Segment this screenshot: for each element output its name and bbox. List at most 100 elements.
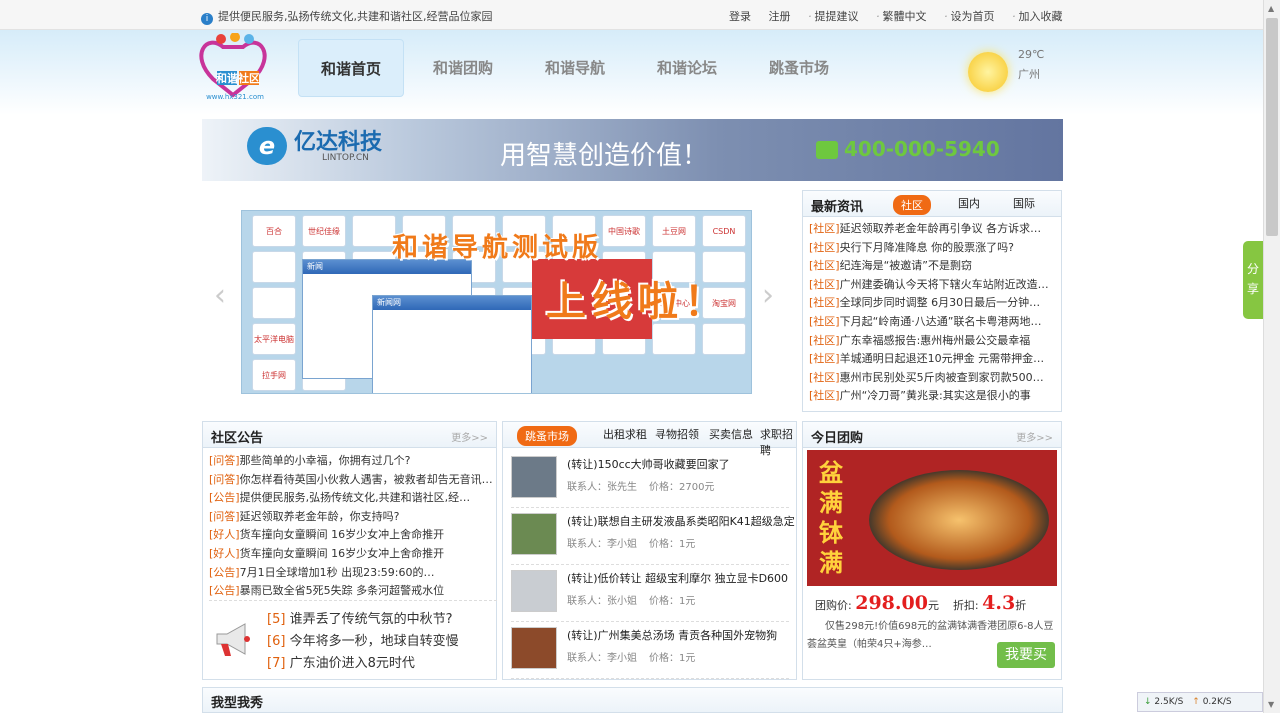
notice-item[interactable]: [问答]延迟领取养老金年龄，你支持吗?	[203, 508, 496, 527]
market-item-contact: 联系人：张小姐	[567, 596, 637, 607]
logo-url: www.hx321.com	[206, 93, 264, 101]
divider	[209, 600, 497, 601]
discount-unit: 折	[1015, 599, 1027, 612]
tab-lost-found[interactable]: 寻物招领	[655, 426, 699, 442]
nav-home[interactable]: 和谐首页	[298, 39, 404, 97]
brand-e-icon: e	[247, 127, 287, 165]
notice-item[interactable]: [公告]7月1日全球增加1秒 出现23:59:60的…	[203, 564, 496, 583]
megaphone-icon	[216, 623, 250, 656]
slider-prev-arrow[interactable]: ‹	[214, 278, 226, 313]
group-price-line: 团购价: 298.00元 折扣: 4.3折	[815, 592, 1026, 614]
news-item[interactable]: [社区]央行下月降准降息 你的股票涨了吗?	[803, 239, 1061, 258]
tab-trade[interactable]: 买卖信息	[709, 426, 753, 442]
notice-text: 延迟领取养老金年龄，你支持吗?	[239, 509, 400, 523]
page-scrollbar[interactable]: ▲ ▼	[1263, 0, 1280, 713]
tab-international[interactable]: 国际	[1013, 195, 1035, 211]
set-home-label: 设为首页	[950, 10, 995, 23]
news-item[interactable]: [社区]广东幸福感报告:惠州梅州最公交最幸福	[803, 332, 1061, 351]
nav-navigation[interactable]: 和谐导航	[522, 39, 628, 97]
tab-flea-market[interactable]: 跳蚤市场	[517, 426, 577, 446]
sun-icon	[968, 52, 1008, 92]
news-item[interactable]: [社区]广州“冷刀哥”黄兆录:其实这是很小的事	[803, 387, 1061, 406]
market-item[interactable]: (转让)低价转让 超级宝利摩尔 独立显卡D600 联系人：张小姐 价格：1元	[511, 566, 789, 622]
slider-next-arrow[interactable]: ›	[762, 278, 774, 313]
net-speed-widget: ↓ 2.5K/S ↑ 0.2K/S	[1137, 692, 1263, 712]
add-favorite-link[interactable]: · 加入收藏	[1012, 10, 1063, 23]
news-item[interactable]: [社区]全球同步同时调整 6月30日最后一分钟…	[803, 294, 1061, 313]
tab-domestic[interactable]: 国内	[958, 195, 980, 211]
download-arrow-icon: ↓	[1144, 697, 1152, 707]
news-text: 广州建委确认今天将下辖火车站附近改造…	[839, 277, 1049, 291]
nav-group-buy[interactable]: 和谐团购	[410, 39, 516, 97]
hot-topic[interactable]: [7] 广东油价进入8元时代	[267, 652, 415, 671]
tab-rent[interactable]: 出租求租	[603, 426, 647, 442]
market-thumbnail[interactable]	[511, 513, 557, 555]
news-item[interactable]: [社区]下月起“岭南通·八达通”联名卡粤港两地…	[803, 313, 1061, 332]
market-item-title[interactable]: (转让)低价转让 超级宝利摩尔 独立显卡D600	[567, 570, 788, 586]
register-link[interactable]: 注册	[769, 10, 791, 23]
news-item[interactable]: [社区]惠州市民别处买5斤肉被查到家罚款500…	[803, 369, 1061, 388]
market-thumbnail[interactable]	[511, 627, 557, 669]
news-tag: [社区]	[809, 259, 840, 273]
add-favorite-label: 加入收藏	[1018, 10, 1063, 23]
buy-button[interactable]: 我要买	[997, 642, 1055, 668]
group-buy-more-link[interactable]: 更多>>	[1016, 429, 1053, 444]
price-label: 团购价:	[815, 599, 852, 612]
notice-more-link[interactable]: 更多>>	[451, 429, 488, 444]
notice-item[interactable]: [公告]暴雨已致全省5死5失踪 多条河超警戒水位	[203, 582, 496, 601]
market-item-price: 价格：1元	[649, 539, 696, 550]
traditional-chinese-link[interactable]: · 繁體中文	[876, 10, 927, 23]
market-item-price: 价格：2700元	[649, 482, 715, 493]
feedback-link[interactable]: · 提提建议	[808, 10, 859, 23]
hot-topic[interactable]: [5] 谁弄丢了传统气氛的中秋节?	[267, 608, 452, 627]
site-tile: CSDN	[702, 215, 746, 247]
market-item-title[interactable]: (转让)联想自主研发液晶系类昭阳K41超级急定	[567, 513, 795, 529]
market-item-title[interactable]: (转让)150cc大帅哥收藏要回家了	[567, 456, 730, 472]
image-slider[interactable]: 百合世纪佳缘中国诗歌土豆网CSDNHappy聚美优品南方中心淘宝网太平洋电脑拉手…	[241, 210, 752, 394]
login-link[interactable]: 登录	[729, 10, 751, 23]
feedback-label: 提提建议	[814, 10, 859, 23]
scroll-up-icon[interactable]: ▲	[1268, 4, 1274, 13]
site-tile: 中国诗歌	[602, 215, 646, 247]
notice-item[interactable]: [好人]货车撞向女童瞬间 16岁少女冲上舍命推开	[203, 545, 496, 564]
market-thumbnail[interactable]	[511, 456, 557, 498]
notice-item[interactable]: [问答]你怎样看待英国小伙救人遇害，被救者却告无音讯…	[203, 471, 496, 490]
set-home-link[interactable]: · 设为首页	[944, 10, 995, 23]
scrollbar-thumb[interactable]	[1266, 18, 1278, 236]
seafood-plate-image	[869, 470, 1049, 570]
news-text: 纪连海是“被邀请”不是剽窃	[839, 259, 972, 273]
top-bar: i 提供便民服务,弘扬传统文化,共建和谐社区,经营品位家园 登录 注册 · 提提建议…	[0, 0, 1263, 30]
news-item[interactable]: [社区]延迟领取养老金年龄再引争议 各方诉求…	[803, 220, 1061, 239]
scroll-down-icon[interactable]: ▼	[1268, 700, 1274, 709]
notice-item[interactable]: [好人]货车撞向女童瞬间 16岁少女冲上舍命推开	[203, 526, 496, 545]
banner-ad[interactable]: e 亿达科技 LINTOP.CN 用智慧创造价值！ 400-000-5940	[202, 119, 1063, 181]
banner-phone: 400-000-5940	[844, 137, 1000, 161]
news-item[interactable]: [社区]羊城通明日起退还10元押金 元需带押金…	[803, 350, 1061, 369]
tab-community[interactable]: 社区	[893, 195, 931, 215]
market-item[interactable]: (转让)广州集美总汤场 青贡各种国外宠物狗 联系人：李小姐 价格：1元	[511, 623, 789, 679]
upload-arrow-icon: ↑	[1192, 697, 1200, 707]
nav-flea-market[interactable]: 跳蚤市场	[746, 39, 852, 97]
news-text: 广东幸福感报告:惠州梅州最公交最幸福	[839, 333, 1031, 347]
news-tag: [社区]	[809, 222, 840, 235]
notice-header: 社区公告 更多>>	[203, 422, 496, 448]
news-item[interactable]: [社区]广州建委确认今天将下辖火车站附近改造…	[803, 276, 1061, 295]
share-tab[interactable]: 分享	[1243, 241, 1263, 319]
site-tile	[252, 251, 296, 283]
news-item[interactable]: [社区]纪连海是“被邀请”不是剽窃	[803, 257, 1061, 276]
news-text: 惠州市民别处买5斤肉被查到家罚款500…	[839, 370, 1044, 384]
notice-text: 暴雨已致全省5死5失踪 多条河超警戒水位	[239, 584, 445, 598]
site-logo[interactable]: 和谐社区 www.hx321.com	[193, 33, 278, 101]
market-item[interactable]: (转让)150cc大帅哥收藏要回家了 联系人：张先生 价格：2700元	[511, 452, 789, 508]
market-item-title[interactable]: (转让)广州集美总汤场 青贡各种国外宠物狗	[567, 627, 777, 643]
market-thumbnail[interactable]	[511, 570, 557, 612]
site-tile	[652, 323, 696, 355]
group-buy-image[interactable]: 盆满钵满	[807, 450, 1057, 586]
nav-forum[interactable]: 和谐论坛	[634, 39, 740, 97]
latest-news-title: 最新资讯	[811, 200, 864, 215]
hot-topic-text: 今年将多一秒，地球自转变慢	[289, 634, 459, 649]
hot-topic[interactable]: [6] 今年将多一秒，地球自转变慢	[267, 630, 459, 649]
market-item[interactable]: (转让)联想自主研发液晶系类昭阳K41超级急定 联系人：李小姐 价格：1元	[511, 509, 795, 565]
notice-item[interactable]: [公告]提供便民服务,弘扬传统文化,共建和谐社区,经…	[203, 489, 496, 508]
notice-item[interactable]: [问答]那些简单的小幸福，你拥有过几个?	[203, 452, 496, 471]
